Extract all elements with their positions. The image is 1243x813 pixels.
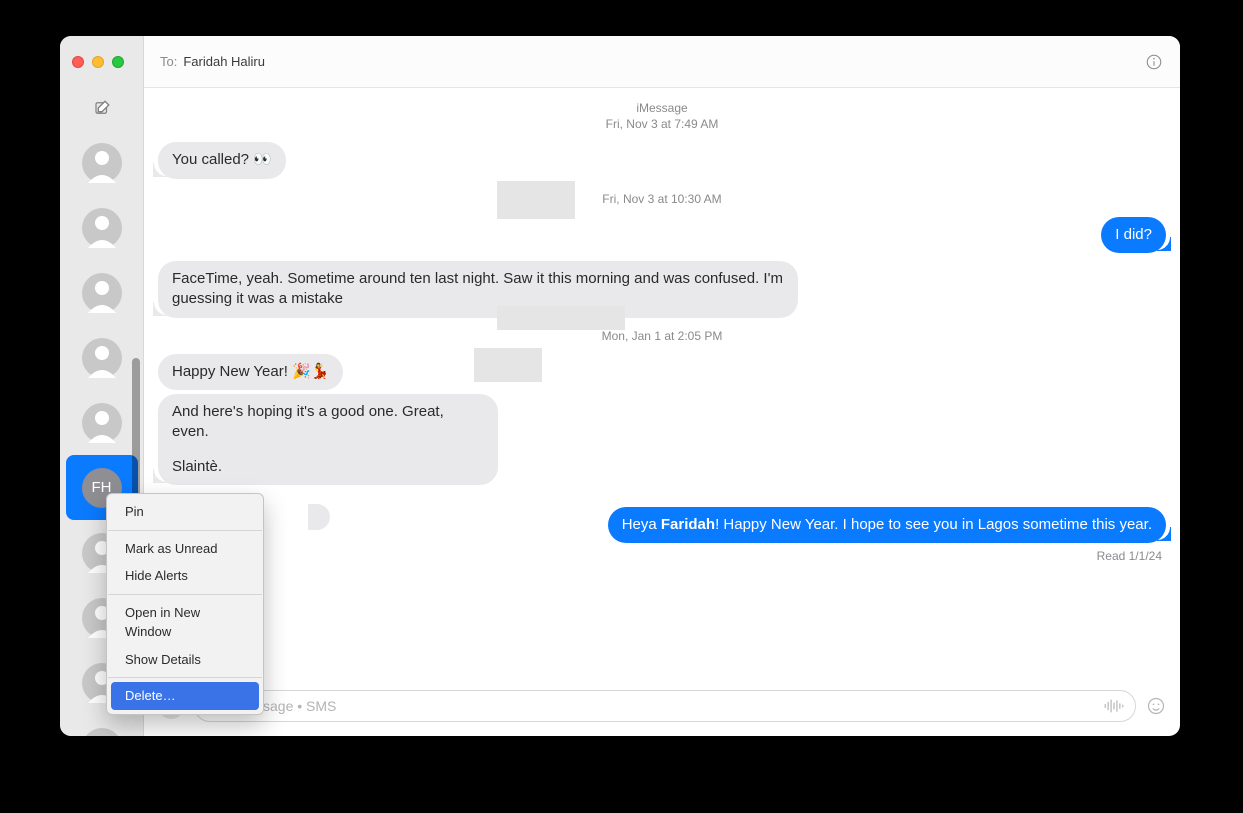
compose-button[interactable] (60, 88, 143, 128)
timestamp: iMessage Fri, Nov 3 at 7:49 AM (144, 100, 1180, 132)
conversation-item[interactable] (66, 260, 138, 325)
close-window-button[interactable] (72, 56, 84, 68)
redaction-block (497, 181, 575, 219)
smiley-icon (1146, 696, 1166, 716)
messages-window: FH (60, 36, 1180, 736)
fullscreen-window-button[interactable] (112, 56, 124, 68)
message-input-wrap[interactable] (194, 690, 1136, 722)
message-text: Heya Faridah! Happy New Year. I hope to … (622, 516, 1152, 533)
person-icon (82, 403, 122, 443)
conversation-item[interactable] (66, 715, 138, 736)
menu-item-open-new-window[interactable]: Open in New Window (111, 599, 259, 646)
waveform-icon (1103, 697, 1125, 715)
outgoing-message[interactable]: Heya Faridah! Happy New Year. I hope to … (608, 507, 1166, 543)
timestamp: Mon, Jan 1 at 2:05 PM (144, 328, 1180, 344)
message-text: Happy New Year! 🎉💃 (172, 363, 329, 380)
message-text: I did? (1115, 226, 1152, 243)
message-text: And here's hoping it's a good one. Great… (172, 402, 484, 443)
message-text: You called? 👀 (172, 151, 272, 168)
timestamp-text: Fri, Nov 3 at 7:49 AM (606, 117, 719, 131)
recipient-name[interactable]: Faridah Haliru (183, 54, 265, 69)
menu-item-mark-unread[interactable]: Mark as Unread (111, 535, 259, 563)
message-text: FaceTime, yeah. Sometime around ten last… (172, 270, 783, 307)
service-label: iMessage (144, 100, 1180, 116)
info-icon (1145, 53, 1163, 71)
incoming-message[interactable]: Happy New Year! 🎉💃 (158, 354, 343, 390)
message-thread[interactable]: iMessage Fri, Nov 3 at 7:49 AM You calle… (144, 88, 1180, 686)
timestamp-text: Fri, Nov 3 at 10:30 AM (602, 192, 721, 206)
window-traffic-lights (60, 36, 143, 88)
emoji-picker-button[interactable] (1146, 696, 1166, 716)
timestamp-text: Mon, Jan 1 at 2:05 PM (602, 329, 723, 343)
read-receipt: Read 1/1/24 (144, 545, 1180, 563)
outgoing-message[interactable]: I did? (1101, 217, 1166, 253)
redaction-block (497, 306, 625, 330)
incoming-message[interactable]: FaceTime, yeah. Sometime around ten last… (158, 261, 798, 318)
incoming-message[interactable]: You called? 👀 (158, 142, 286, 178)
avatar (82, 338, 122, 378)
avatar (82, 143, 122, 183)
compose-icon (93, 99, 111, 117)
audio-message-button[interactable] (1103, 697, 1125, 715)
person-icon (82, 728, 122, 737)
timestamp: Fri, Nov 3 at 10:30 AM (144, 191, 1180, 207)
menu-item-pin[interactable]: Pin (111, 498, 259, 526)
redaction-block (474, 348, 542, 382)
conversation-item[interactable] (66, 325, 138, 390)
to-label: To: (160, 54, 177, 69)
menu-item-hide-alerts[interactable]: Hide Alerts (111, 562, 259, 590)
thread-header: To: Faridah Haliru (144, 36, 1180, 88)
message-input[interactable] (207, 698, 1103, 714)
avatar (82, 403, 122, 443)
menu-item-show-details[interactable]: Show Details (111, 646, 259, 674)
person-icon (82, 143, 122, 183)
incoming-message[interactable]: And here's hoping it's a good one. Great… (158, 394, 498, 485)
person-icon (82, 338, 122, 378)
person-icon (82, 273, 122, 313)
menu-item-delete[interactable]: Delete… (111, 682, 259, 710)
person-icon (82, 208, 122, 248)
message-row: I did? (144, 215, 1180, 255)
avatar (82, 208, 122, 248)
message-row: And here's hoping it's a good one. Great… (144, 392, 1180, 487)
message-text: Slaintè. (172, 457, 484, 477)
message-row: Happy New Year! 🎉💃 (144, 352, 1180, 392)
menu-separator (108, 677, 262, 678)
avatar (82, 273, 122, 313)
main-pane: To: Faridah Haliru iMessage Fri, Nov 3 a… (144, 36, 1180, 736)
message-row: Heya Faridah! Happy New Year. I hope to … (144, 505, 1180, 545)
conversation-context-menu: Pin Mark as Unread Hide Alerts Open in N… (106, 493, 264, 715)
conversation-item[interactable] (66, 130, 138, 195)
conversation-item[interactable] (66, 390, 138, 455)
composer: + (144, 686, 1180, 736)
minimize-window-button[interactable] (92, 56, 104, 68)
menu-separator (108, 530, 262, 531)
avatar (82, 728, 122, 737)
message-row: FaceTime, yeah. Sometime around ten last… (144, 259, 1180, 320)
details-button[interactable] (1144, 52, 1164, 72)
menu-separator (108, 594, 262, 595)
conversation-item[interactable] (66, 195, 138, 260)
message-row: You called? 👀 (144, 140, 1180, 180)
